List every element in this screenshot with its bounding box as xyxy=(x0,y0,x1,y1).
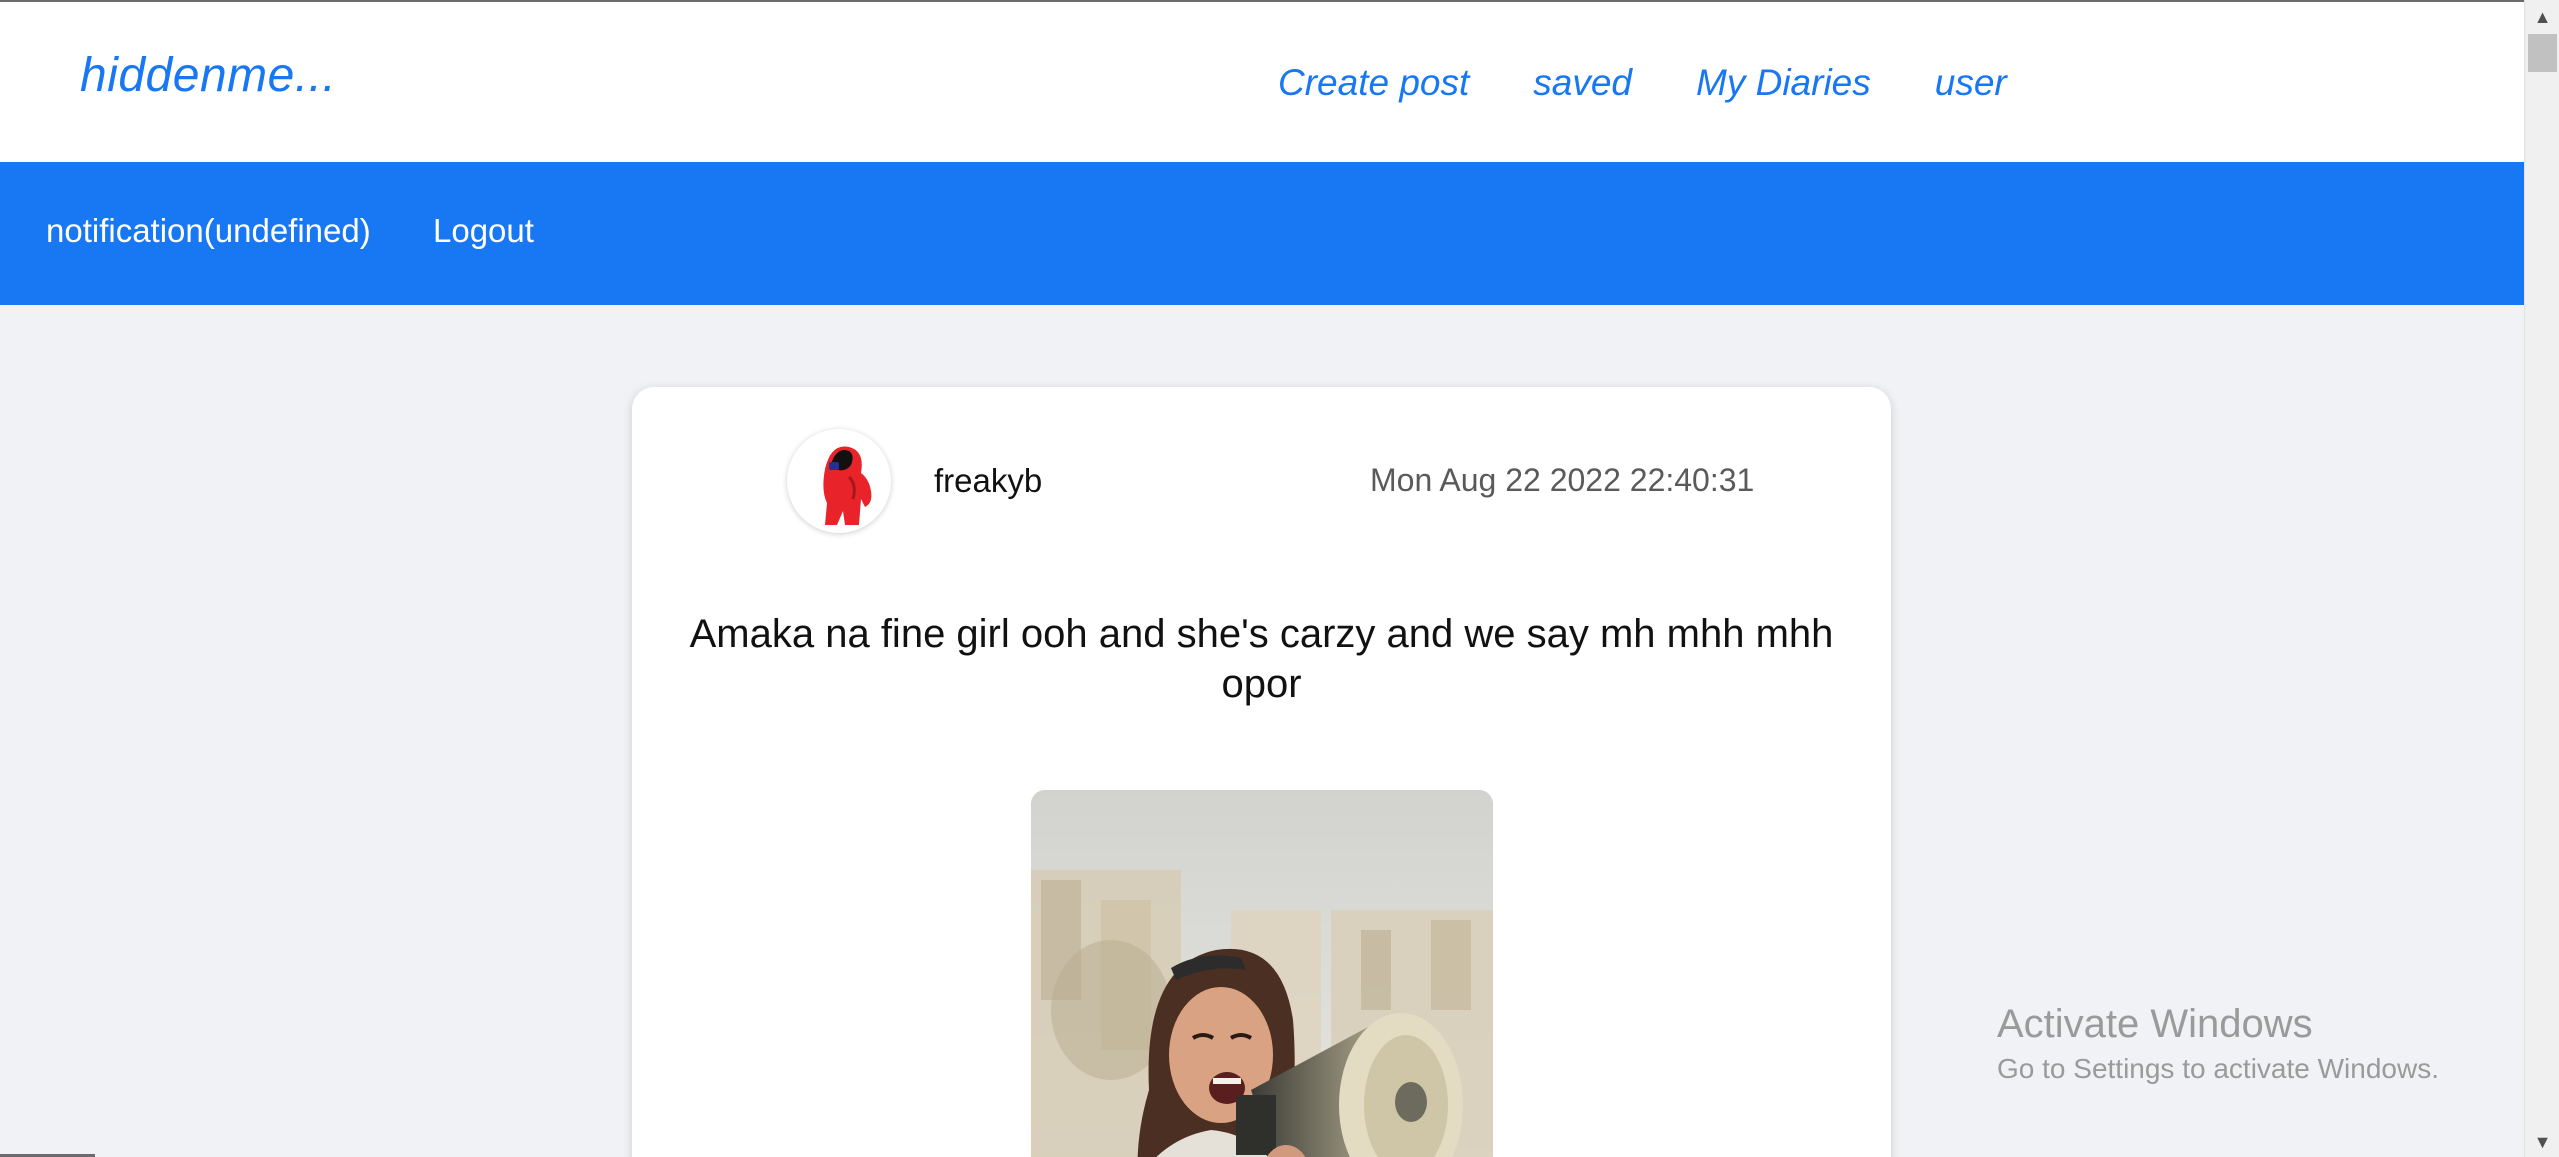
secondary-nav-bar: notification(undefined) Logout xyxy=(0,162,2524,305)
red-hooded-character-icon xyxy=(787,429,891,533)
notification-link[interactable]: notification(undefined) xyxy=(46,212,371,250)
scroll-thumb[interactable] xyxy=(2528,34,2557,72)
post-author[interactable]: freakyb xyxy=(934,462,1042,500)
logout-link[interactable]: Logout xyxy=(433,212,534,250)
post-image[interactable] xyxy=(1031,790,1493,1157)
watermark-subtitle: Go to Settings to activate Windows. xyxy=(1997,1053,2439,1084)
vertical-scrollbar[interactable]: ▲ ▼ xyxy=(2524,0,2559,1157)
top-nav: Create post saved My Diaries user xyxy=(1278,62,2007,104)
nav-my-diaries[interactable]: My Diaries xyxy=(1696,62,1871,104)
nav-saved[interactable]: saved xyxy=(1533,62,1632,104)
activate-windows-watermark: Activate Windows Go to Settings to activ… xyxy=(1997,1002,2439,1085)
watermark-title: Activate Windows xyxy=(1997,1002,2313,1046)
site-logo[interactable]: hiddenme... xyxy=(80,48,336,103)
post-timestamp: Mon Aug 22 2022 22:40:31 xyxy=(1370,462,1755,498)
scroll-up-arrow-icon[interactable]: ▲ xyxy=(2525,2,2559,32)
author-avatar[interactable] xyxy=(787,429,891,533)
nav-create-post[interactable]: Create post xyxy=(1278,62,1469,104)
post-text: Amaka na fine girl ooh and she's carzy a… xyxy=(689,612,1834,706)
page: hiddenme... Create post saved My Diaries… xyxy=(0,0,2524,1157)
top-header: hiddenme... Create post saved My Diaries… xyxy=(0,2,2524,162)
scroll-down-arrow-icon[interactable]: ▼ xyxy=(2525,1127,2559,1157)
woman-with-megaphone-icon xyxy=(1031,790,1493,1157)
post-card: freakyb Mon Aug 22 2022 22:40:31 Amaka n… xyxy=(632,387,1891,1157)
nav-user[interactable]: user xyxy=(1935,62,2007,104)
